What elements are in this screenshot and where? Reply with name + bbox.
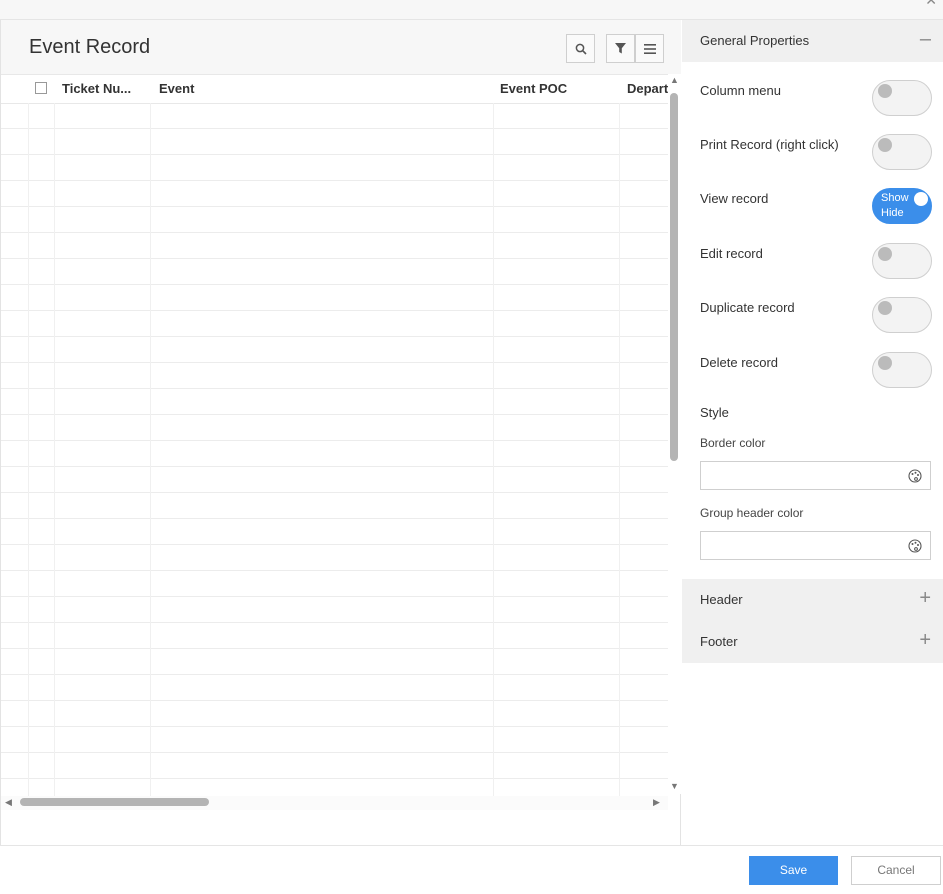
toggle-knob [878, 247, 892, 261]
table-row[interactable] [1, 753, 668, 779]
column-header-department[interactable]: Depart [627, 75, 668, 103]
filter-icon [615, 43, 626, 54]
column-header-event-poc[interactable]: Event POC [500, 75, 610, 103]
table-row[interactable] [1, 467, 668, 493]
select-all-checkbox[interactable] [35, 82, 47, 94]
grid-toolbar: Event Record [1, 20, 681, 74]
header-section[interactable]: Header + [682, 579, 943, 621]
group-header-color-input[interactable] [700, 531, 931, 560]
table-row[interactable] [1, 337, 668, 363]
column-menu-toggle[interactable] [872, 80, 932, 116]
table-row[interactable] [1, 207, 668, 233]
table-row[interactable] [1, 285, 668, 311]
edit-record-label: Edit record [700, 246, 763, 261]
table-row[interactable] [1, 181, 668, 207]
table-row[interactable] [1, 259, 668, 285]
table-row[interactable] [1, 155, 668, 181]
table-row[interactable] [1, 571, 668, 597]
toggle-show-text: Show [881, 192, 909, 204]
toggle-text: Show Hide [881, 191, 909, 221]
group-header-color-label: Group header color [700, 506, 804, 520]
cancel-button[interactable]: Cancel [851, 856, 941, 885]
delete-record-toggle[interactable] [872, 352, 932, 388]
table-row[interactable] [1, 103, 668, 129]
grid-column-divider [28, 103, 29, 797]
border-color-input[interactable] [700, 461, 931, 490]
menu-icon [643, 43, 656, 54]
duplicate-record-label: Duplicate record [700, 300, 795, 315]
delete-record-label: Delete record [700, 355, 779, 370]
style-section-title: Style [700, 405, 729, 420]
table-row[interactable] [1, 727, 668, 753]
table-row[interactable] [1, 623, 668, 649]
palette-icon[interactable] [908, 539, 922, 553]
general-properties-header[interactable]: General Properties – [682, 20, 943, 62]
table-row[interactable] [1, 493, 668, 519]
header-section-title: Header [700, 592, 743, 607]
scroll-up-arrow-icon[interactable]: ▲ [670, 76, 679, 85]
table-row[interactable] [1, 415, 668, 441]
footer-section-title: Footer [700, 634, 738, 649]
vertical-scrollbar[interactable]: ▲ ▼ [668, 74, 681, 794]
grid-column-divider [54, 103, 55, 797]
toggle-knob [878, 356, 892, 370]
palette-icon[interactable] [908, 469, 922, 483]
footer-section[interactable]: Footer + [682, 621, 943, 663]
grid-preview: Event Record Ticket Nu... Event Event PO… [0, 20, 681, 845]
toggle-knob [878, 138, 892, 152]
scroll-down-arrow-icon[interactable]: ▼ [670, 782, 679, 791]
expand-icon[interactable]: + [919, 629, 931, 651]
table-row[interactable] [1, 363, 668, 389]
table-row[interactable] [1, 311, 668, 337]
grid-title: Event Record [29, 36, 151, 58]
horizontal-scrollbar[interactable]: ◀ ▶ [1, 796, 668, 810]
properties-panel: General Properties – Column menu Print R… [682, 20, 943, 845]
scroll-left-arrow-icon[interactable]: ◀ [5, 798, 12, 807]
vertical-scroll-thumb[interactable] [670, 93, 678, 461]
expand-icon[interactable]: + [919, 587, 931, 609]
filter-button[interactable] [606, 34, 635, 63]
column-menu-label: Column menu [700, 83, 781, 98]
grid-column-header: Ticket Nu... Event Event POC Depart [1, 74, 668, 104]
table-row[interactable] [1, 545, 668, 571]
print-record-toggle[interactable] [872, 134, 932, 170]
grid-body [1, 103, 668, 797]
table-row[interactable] [1, 233, 668, 259]
column-header-event[interactable]: Event [159, 75, 459, 103]
table-row[interactable] [1, 701, 668, 727]
toggle-hide-text: Hide [881, 207, 904, 219]
menu-button[interactable] [635, 34, 664, 63]
toggle-knob [914, 192, 928, 206]
toggle-knob [878, 301, 892, 315]
grid-column-divider [493, 103, 494, 797]
dialog-titlebar: ✕ [0, 0, 943, 20]
table-row[interactable] [1, 129, 668, 155]
duplicate-record-toggle[interactable] [872, 297, 932, 333]
table-row[interactable] [1, 649, 668, 675]
table-row[interactable] [1, 675, 668, 701]
search-icon [575, 43, 587, 55]
horizontal-scroll-thumb[interactable] [20, 798, 209, 806]
view-record-label: View record [700, 191, 769, 206]
dialog-footer: Save Cancel [0, 845, 943, 894]
column-header-ticket-number[interactable]: Ticket Nu... [62, 75, 142, 103]
close-icon[interactable]: ✕ [925, 0, 937, 9]
save-button[interactable]: Save [749, 856, 838, 885]
view-record-toggle[interactable]: Show Hide [872, 188, 932, 224]
grid-column-divider [619, 103, 620, 797]
table-row[interactable] [1, 519, 668, 545]
print-record-label: Print Record (right click) [700, 137, 839, 152]
collapse-icon[interactable]: – [920, 28, 931, 50]
search-button[interactable] [566, 34, 595, 63]
table-row[interactable] [1, 441, 668, 467]
general-properties-title: General Properties [700, 33, 810, 48]
table-row[interactable] [1, 389, 668, 415]
border-color-label: Border color [700, 436, 766, 450]
grid-column-divider [150, 103, 151, 797]
scroll-right-arrow-icon[interactable]: ▶ [653, 798, 660, 807]
edit-record-toggle[interactable] [872, 243, 932, 279]
table-row[interactable] [1, 597, 668, 623]
toggle-knob [878, 84, 892, 98]
